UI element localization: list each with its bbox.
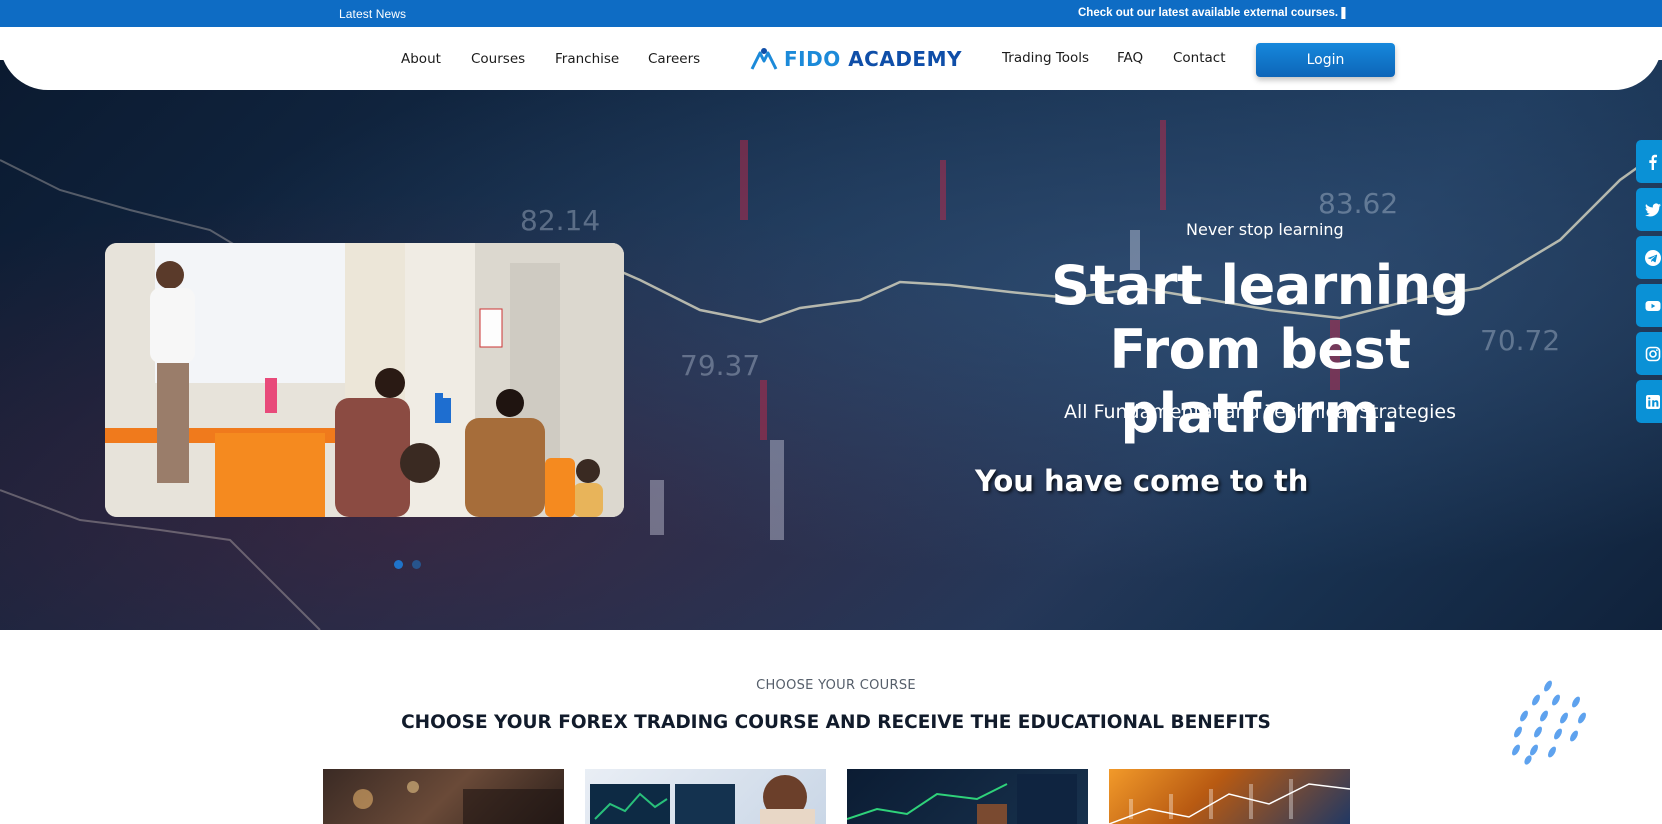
youtube-link[interactable] — [1636, 284, 1662, 327]
section-heading: CHOOSE YOUR FOREX TRADING COURSE AND REC… — [401, 712, 1271, 733]
nav-faq[interactable]: FAQ — [1117, 50, 1143, 66]
hero-tagline: Never stop learning — [1186, 220, 1344, 239]
course-card-image — [353, 781, 563, 824]
classroom-photo — [105, 243, 624, 517]
instagram-icon — [1645, 346, 1661, 361]
nav-franchise[interactable]: Franchise — [555, 51, 619, 67]
course-card-image — [1109, 779, 1350, 824]
linkedin-icon — [1646, 394, 1660, 409]
chart-label: 83.62 — [1318, 187, 1398, 220]
hero-title-line-2: From best platform. — [1109, 318, 1411, 445]
site-logo[interactable]: FIDO ACADEMY — [750, 45, 962, 73]
twitter-icon — [1645, 202, 1661, 216]
logo-text-fido: FIDO — [784, 47, 841, 71]
hero-banner: 82.14 79.37 83.62 70.72 Never stop learn… — [0, 60, 1662, 630]
nav-careers[interactable]: Careers — [648, 51, 700, 67]
hero-slide-image[interactable] — [105, 243, 624, 517]
nav-contact[interactable]: Contact — [1173, 50, 1226, 66]
academy-logo-icon — [750, 48, 778, 70]
latest-news-label: Latest News — [339, 7, 407, 21]
hero-subtitle: All Fundamental and Technical Strategies — [1063, 401, 1457, 423]
course-card-2[interactable] — [585, 769, 826, 824]
hero-typed-text: You have come to th — [975, 464, 1309, 498]
nav-about[interactable]: About — [401, 51, 441, 67]
instagram-link[interactable] — [1636, 332, 1662, 375]
chart-label: 79.37 — [680, 349, 760, 382]
main-navbar: About Courses Franchise Careers FIDO ACA… — [0, 27, 1662, 90]
telegram-icon — [1645, 249, 1661, 266]
course-card-4[interactable] — [1109, 769, 1350, 824]
rain-decoration — [1512, 680, 1586, 765]
facebook-icon — [1649, 154, 1657, 170]
nav-trading-tools[interactable]: Trading Tools — [1002, 50, 1089, 66]
facebook-link[interactable] — [1636, 140, 1662, 183]
youtube-icon — [1645, 300, 1661, 311]
hero-title-line-1: Start learning — [1051, 254, 1469, 317]
slider-dot-1[interactable] — [394, 560, 403, 569]
course-card-image — [847, 774, 1077, 824]
section-eyebrow: CHOOSE YOUR COURSE — [756, 678, 916, 693]
login-button[interactable]: Login — [1256, 43, 1395, 77]
course-card-image — [590, 775, 815, 824]
logo-text-academy: ACADEMY — [848, 47, 962, 71]
slider-dot-2[interactable] — [412, 560, 421, 569]
course-card-3[interactable] — [847, 769, 1088, 824]
nav-courses[interactable]: Courses — [471, 51, 525, 67]
telegram-link[interactable] — [1636, 236, 1662, 279]
linkedin-link[interactable] — [1636, 380, 1662, 423]
chart-label: 82.14 — [520, 204, 600, 237]
news-ticker-text[interactable]: Check out our latest available external … — [1078, 7, 1350, 19]
course-card-1[interactable] — [323, 769, 564, 824]
twitter-link[interactable] — [1636, 188, 1662, 231]
news-ticker-bar: Latest News Check out our latest availab… — [0, 0, 1662, 27]
